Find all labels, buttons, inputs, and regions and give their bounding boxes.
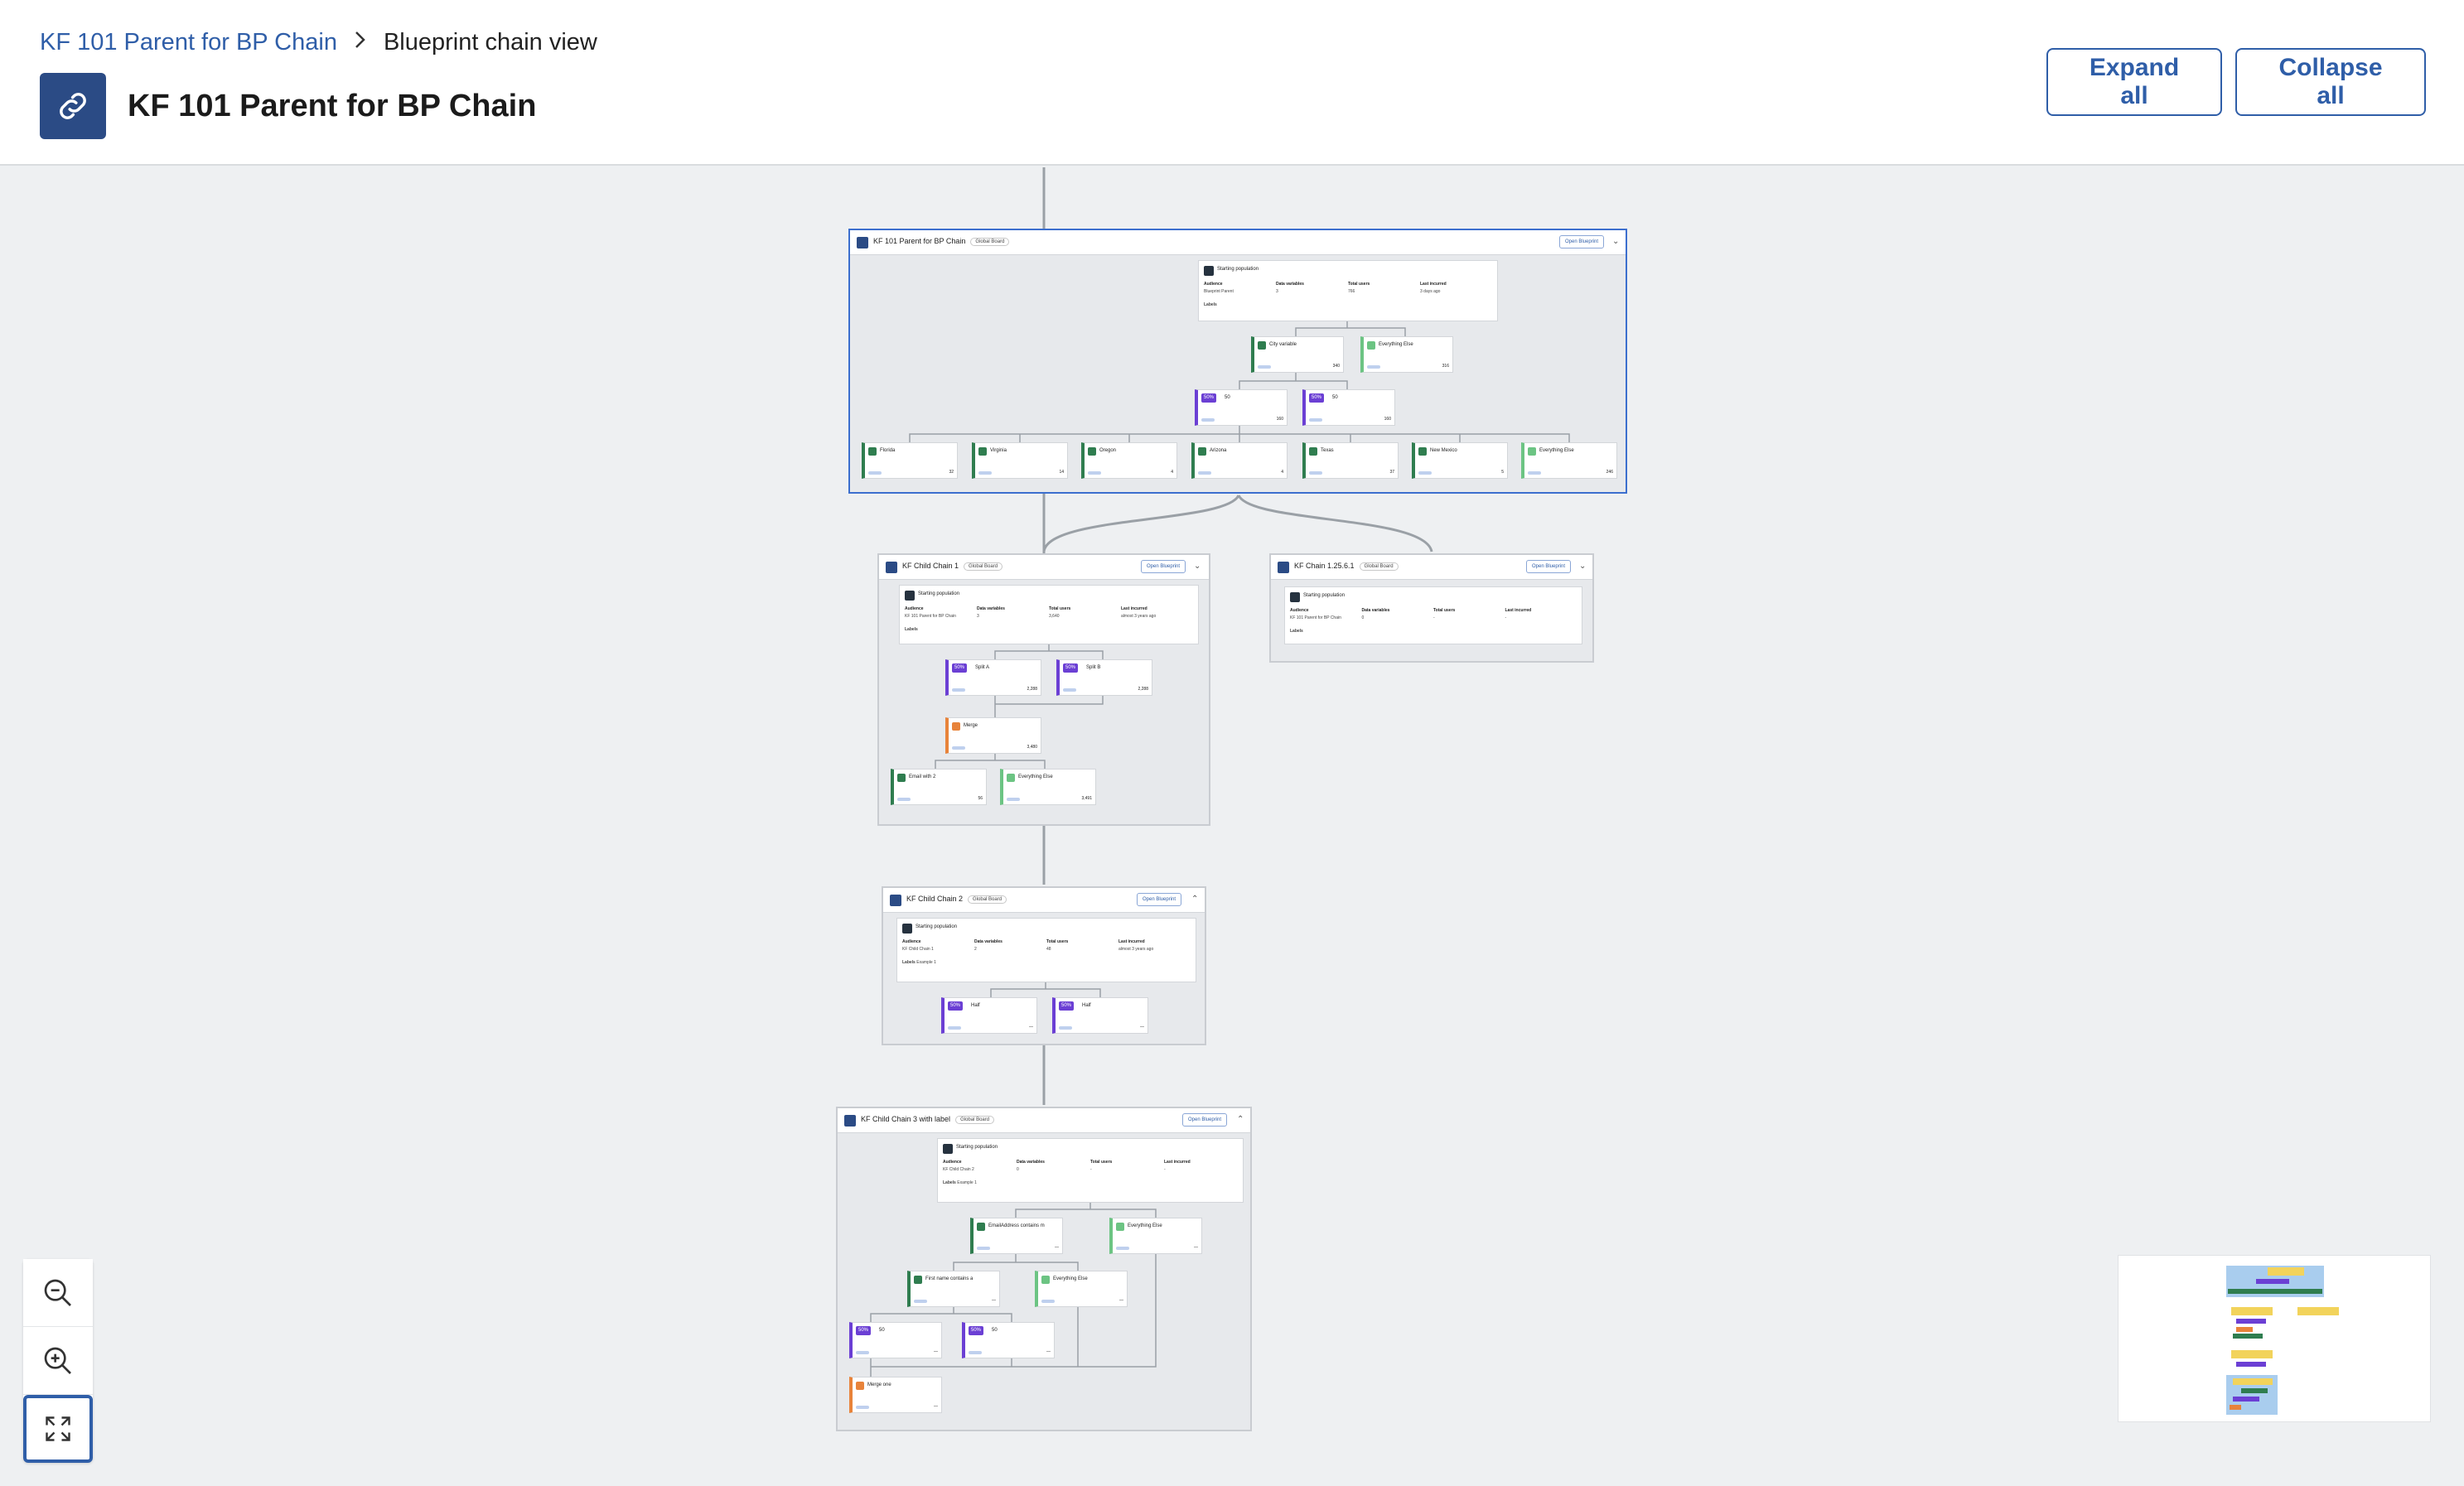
node-everything-else[interactable]: Everything Else — — [1109, 1218, 1202, 1254]
blueprint-icon — [1278, 562, 1289, 573]
node-split[interactable]: 50% 50— — [849, 1322, 942, 1358]
collapse-all-button[interactable]: Collapse all — [2235, 48, 2426, 116]
node-florida[interactable]: Florida 32 — [862, 442, 958, 479]
node-everything-else[interactable]: Everything Else 316 — [1360, 336, 1453, 373]
node-oregon[interactable]: Oregon 4 — [1081, 442, 1177, 479]
chain-card-1-25-6-1[interactable]: KF Chain 1.25.6.1 Global Board Open Bluep… — [1269, 553, 1594, 663]
node-email-with-2[interactable]: Email with 2 56 — [891, 769, 987, 805]
starting-population-card[interactable]: Starting population Audience KF 101 Paren… — [1284, 586, 1582, 644]
chain-card-child-1[interactable]: KF Child Chain 1 Global Board Open Bluepr… — [877, 553, 1210, 826]
chain-canvas[interactable]: KF 101 Parent for BP Chain Global Board O… — [0, 167, 2464, 1486]
chain-card-child-2[interactable]: KF Child Chain 2 Global Board Open Bluepr… — [882, 886, 1206, 1045]
node-merge[interactable]: Merge 3,480 — [945, 717, 1041, 754]
expand-all-button[interactable]: Expand all — [2046, 48, 2222, 116]
page-title: KF 101 Parent for BP Chain — [128, 88, 537, 123]
node-city-variable[interactable]: City variable 340 — [1251, 336, 1344, 373]
node-everything-else[interactable]: Everything Else 246 — [1521, 442, 1617, 479]
link-icon — [40, 73, 106, 139]
zoom-in-icon — [44, 1347, 71, 1374]
node-split-b[interactable]: 50% Split B 2,288 — [1056, 659, 1152, 696]
zoom-in-button[interactable] — [23, 1327, 93, 1395]
fit-screen-icon — [46, 1416, 70, 1441]
breadcrumb-parent-link[interactable]: KF 101 Parent for BP Chain — [40, 29, 337, 56]
node-split[interactable]: 50% 50— — [962, 1322, 1055, 1358]
open-blueprint-button[interactable]: Open Blueprint — [1526, 560, 1572, 573]
node-split[interactable]: 50% 50 160 — [1195, 389, 1288, 426]
node-texas[interactable]: Texas 37 — [1302, 442, 1399, 479]
node-split[interactable]: 50% 50 160 — [1302, 389, 1395, 426]
node-virginia[interactable]: Virginia 14 — [972, 442, 1068, 479]
chain-header: KF Chain 1.25.6.1 Global Board Open Bluep… — [1271, 555, 1592, 580]
node-everything-else[interactable]: Everything Else — — [1035, 1271, 1128, 1307]
node-merge-one[interactable]: Merge one — — [849, 1377, 942, 1413]
chevron-right-icon — [354, 28, 367, 56]
zoom-out-icon — [44, 1279, 71, 1306]
node-half[interactable]: 50% Half — — [941, 997, 1037, 1034]
fit-screen-button[interactable] — [23, 1395, 93, 1463]
chain-card-child-3[interactable]: KF Child Chain 3 with label Global Board … — [836, 1107, 1252, 1431]
title-row: KF 101 Parent for BP Chain — [40, 73, 536, 139]
zoom-out-button[interactable] — [23, 1259, 93, 1327]
zoom-controls — [23, 1259, 93, 1463]
node-arizona[interactable]: Arizona 4 — [1191, 442, 1288, 479]
minimap[interactable] — [2118, 1255, 2431, 1422]
node-emailaddress-contains[interactable]: EmailAddress contains m — — [970, 1218, 1063, 1254]
breadcrumb: KF 101 Parent for BP Chain Blueprint cha… — [40, 28, 597, 56]
node-split-a[interactable]: 50% Split A 2,288 — [945, 659, 1041, 696]
node-first-name-contains[interactable]: First name contains a — — [907, 1271, 1000, 1307]
page-header: KF 101 Parent for BP Chain Blueprint cha… — [0, 0, 2464, 166]
breadcrumb-current: Blueprint chain view — [383, 28, 597, 55]
node-new-mexico[interactable]: New Mexico 5 — [1412, 442, 1508, 479]
node-half[interactable]: 50% Half — — [1052, 997, 1148, 1034]
chevron-down-icon[interactable]: ⌄ — [1579, 562, 1586, 571]
node-everything-else[interactable]: Everything Else 3,491 — [1000, 769, 1096, 805]
chain-card-parent[interactable]: KF 101 Parent for BP Chain Global Board O… — [848, 229, 1627, 494]
